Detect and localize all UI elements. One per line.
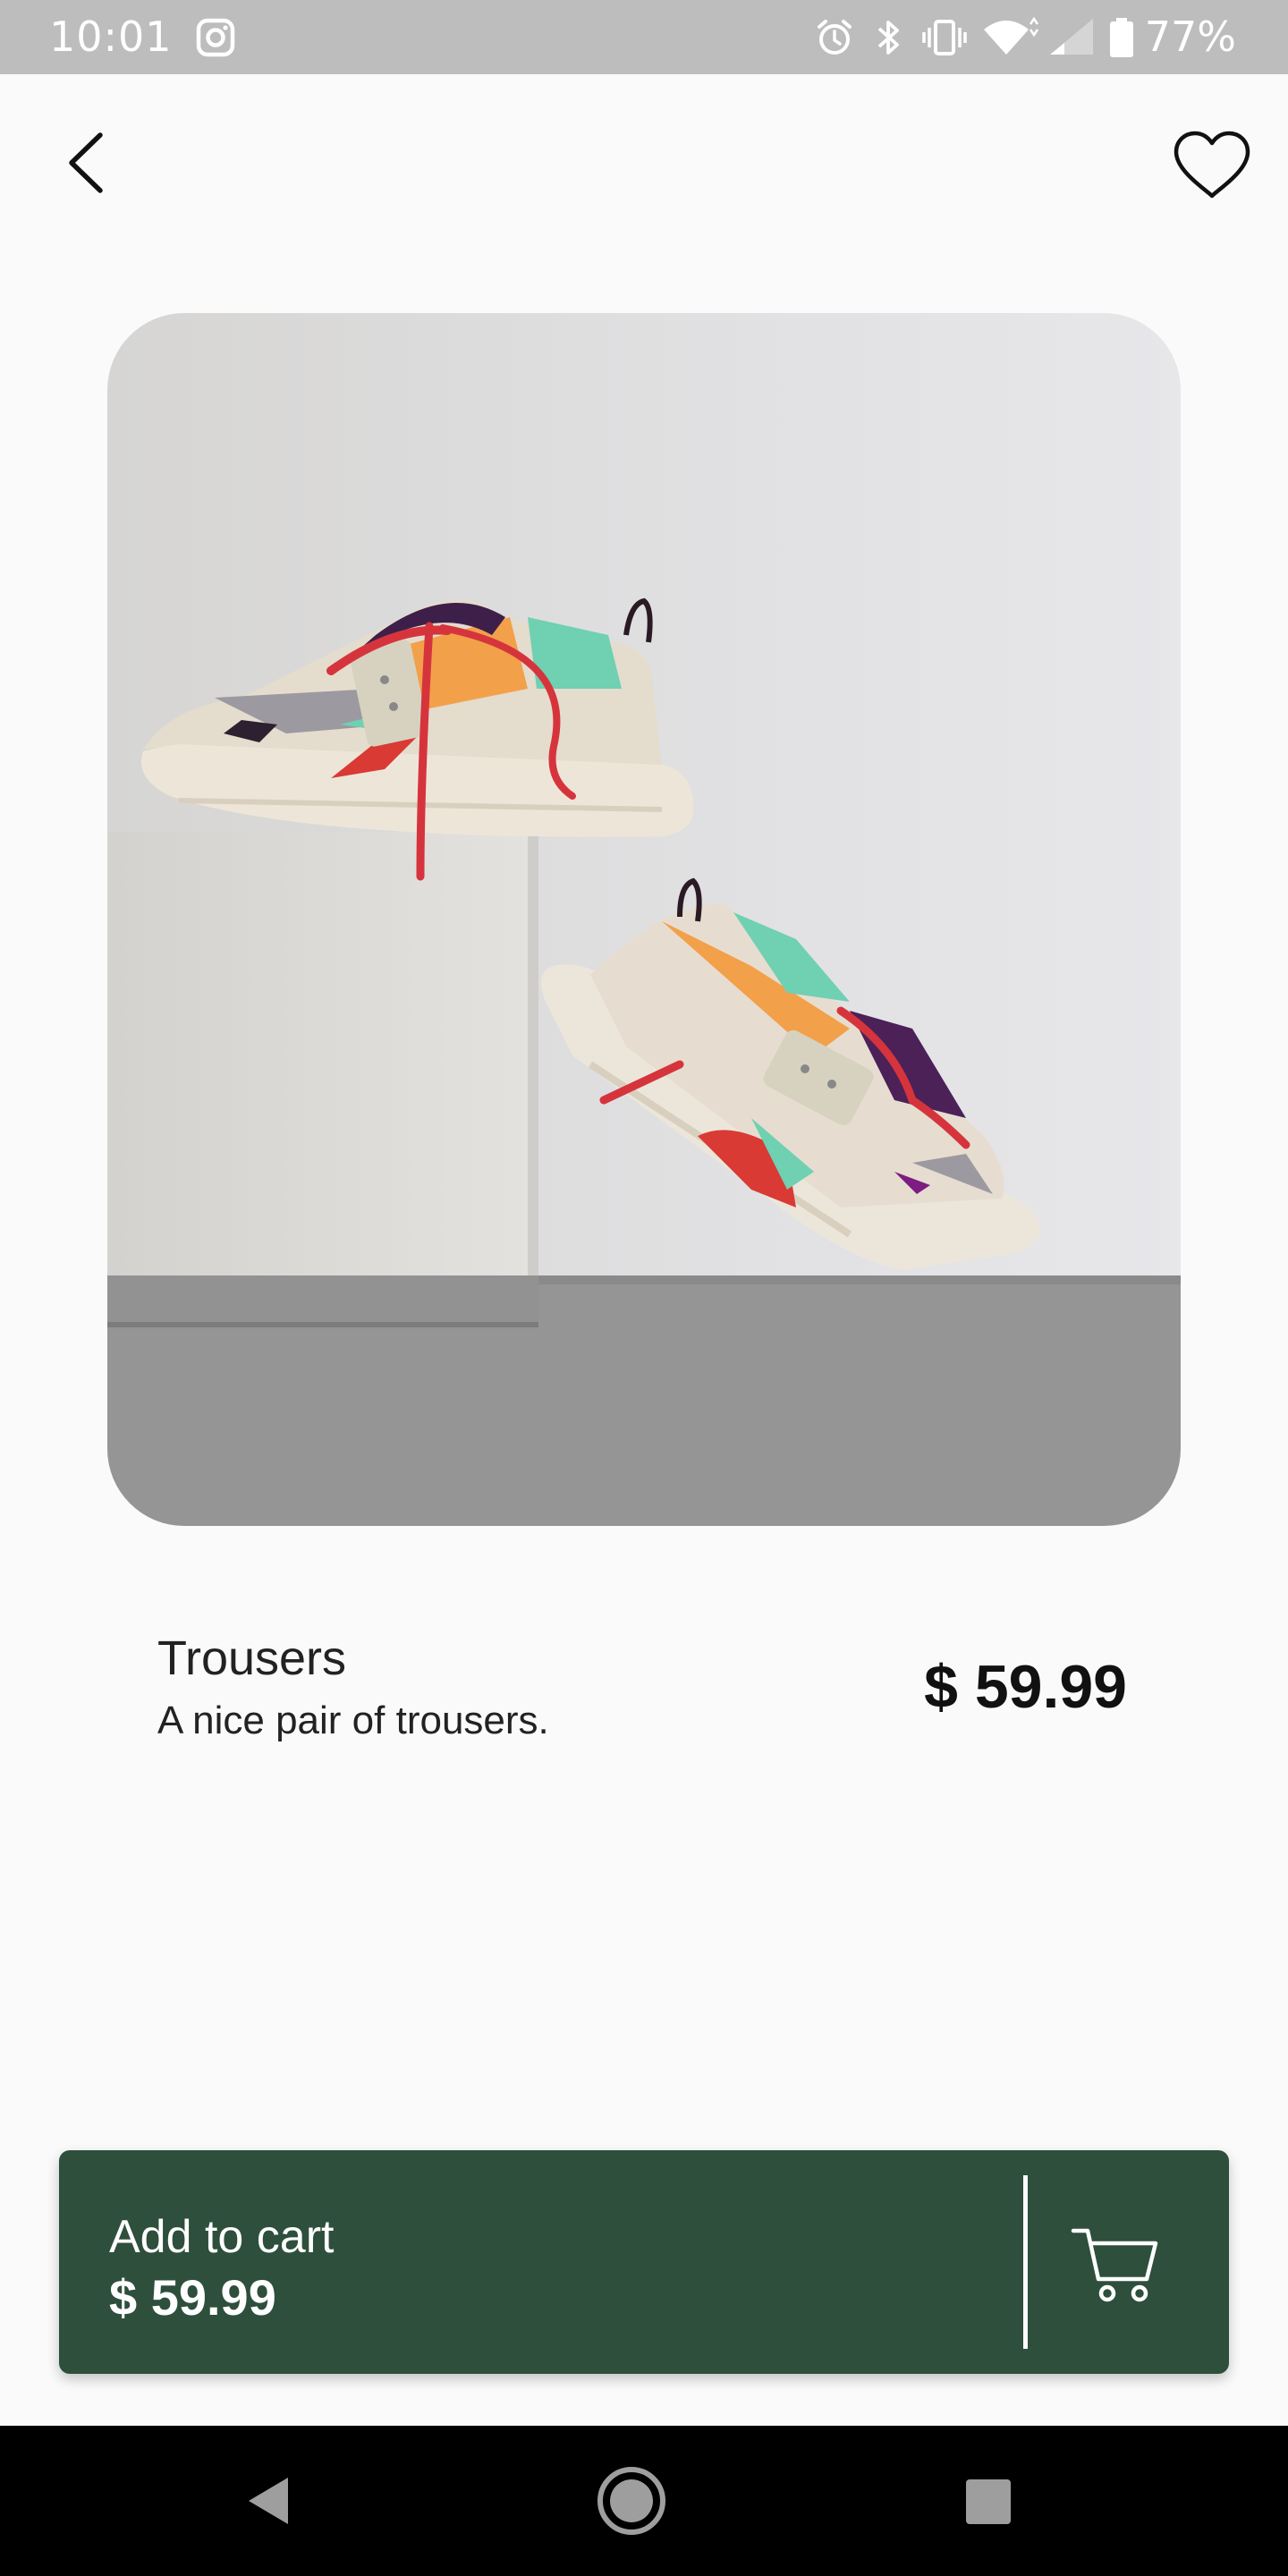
wifi-icon — [984, 17, 1039, 55]
battery-icon — [1110, 18, 1133, 57]
nav-home-button[interactable] — [596, 2465, 667, 2537]
product-image — [107, 313, 1181, 1526]
add-to-cart-label: Add to cart — [109, 2211, 335, 2263]
shopping-cart-icon — [1071, 2228, 1158, 2302]
add-to-cart-button[interactable]: Add to cart $ 59.99 — [59, 2150, 1229, 2374]
bluetooth-icon — [877, 21, 899, 55]
product-price: $ 59.99 — [924, 1653, 1127, 1721]
status-icons: 77% — [751, 0, 1288, 74]
status-bar: 10:01 77% — [0, 0, 1288, 74]
nav-recents-button[interactable] — [964, 2478, 1013, 2526]
sneakers-photo — [107, 313, 1181, 1526]
recents-square-icon — [966, 2479, 1011, 2524]
nav-back-button[interactable] — [242, 2472, 295, 2529]
back-button[interactable] — [63, 130, 116, 197]
vibrate-icon — [922, 20, 967, 55]
add-to-cart-price: $ 59.99 — [109, 2269, 276, 2326]
product-name: Trousers — [157, 1631, 347, 1685]
instagram-icon — [196, 18, 235, 57]
battery-percent: 77% — [1144, 13, 1236, 61]
alarm-icon — [818, 20, 852, 55]
signal-icon — [1050, 19, 1093, 55]
favorite-button[interactable] — [1172, 130, 1252, 201]
status-time: 10:01 — [49, 13, 173, 61]
heart-outline-icon — [1174, 131, 1250, 199]
navigation-bar — [0, 2426, 1288, 2576]
product-description: A nice pair of trousers. — [157, 1699, 549, 1742]
back-triangle-icon — [249, 2478, 288, 2524]
chevron-left-icon — [69, 132, 103, 193]
home-circle-icon — [597, 2467, 665, 2535]
cart-divider — [1023, 2175, 1028, 2349]
